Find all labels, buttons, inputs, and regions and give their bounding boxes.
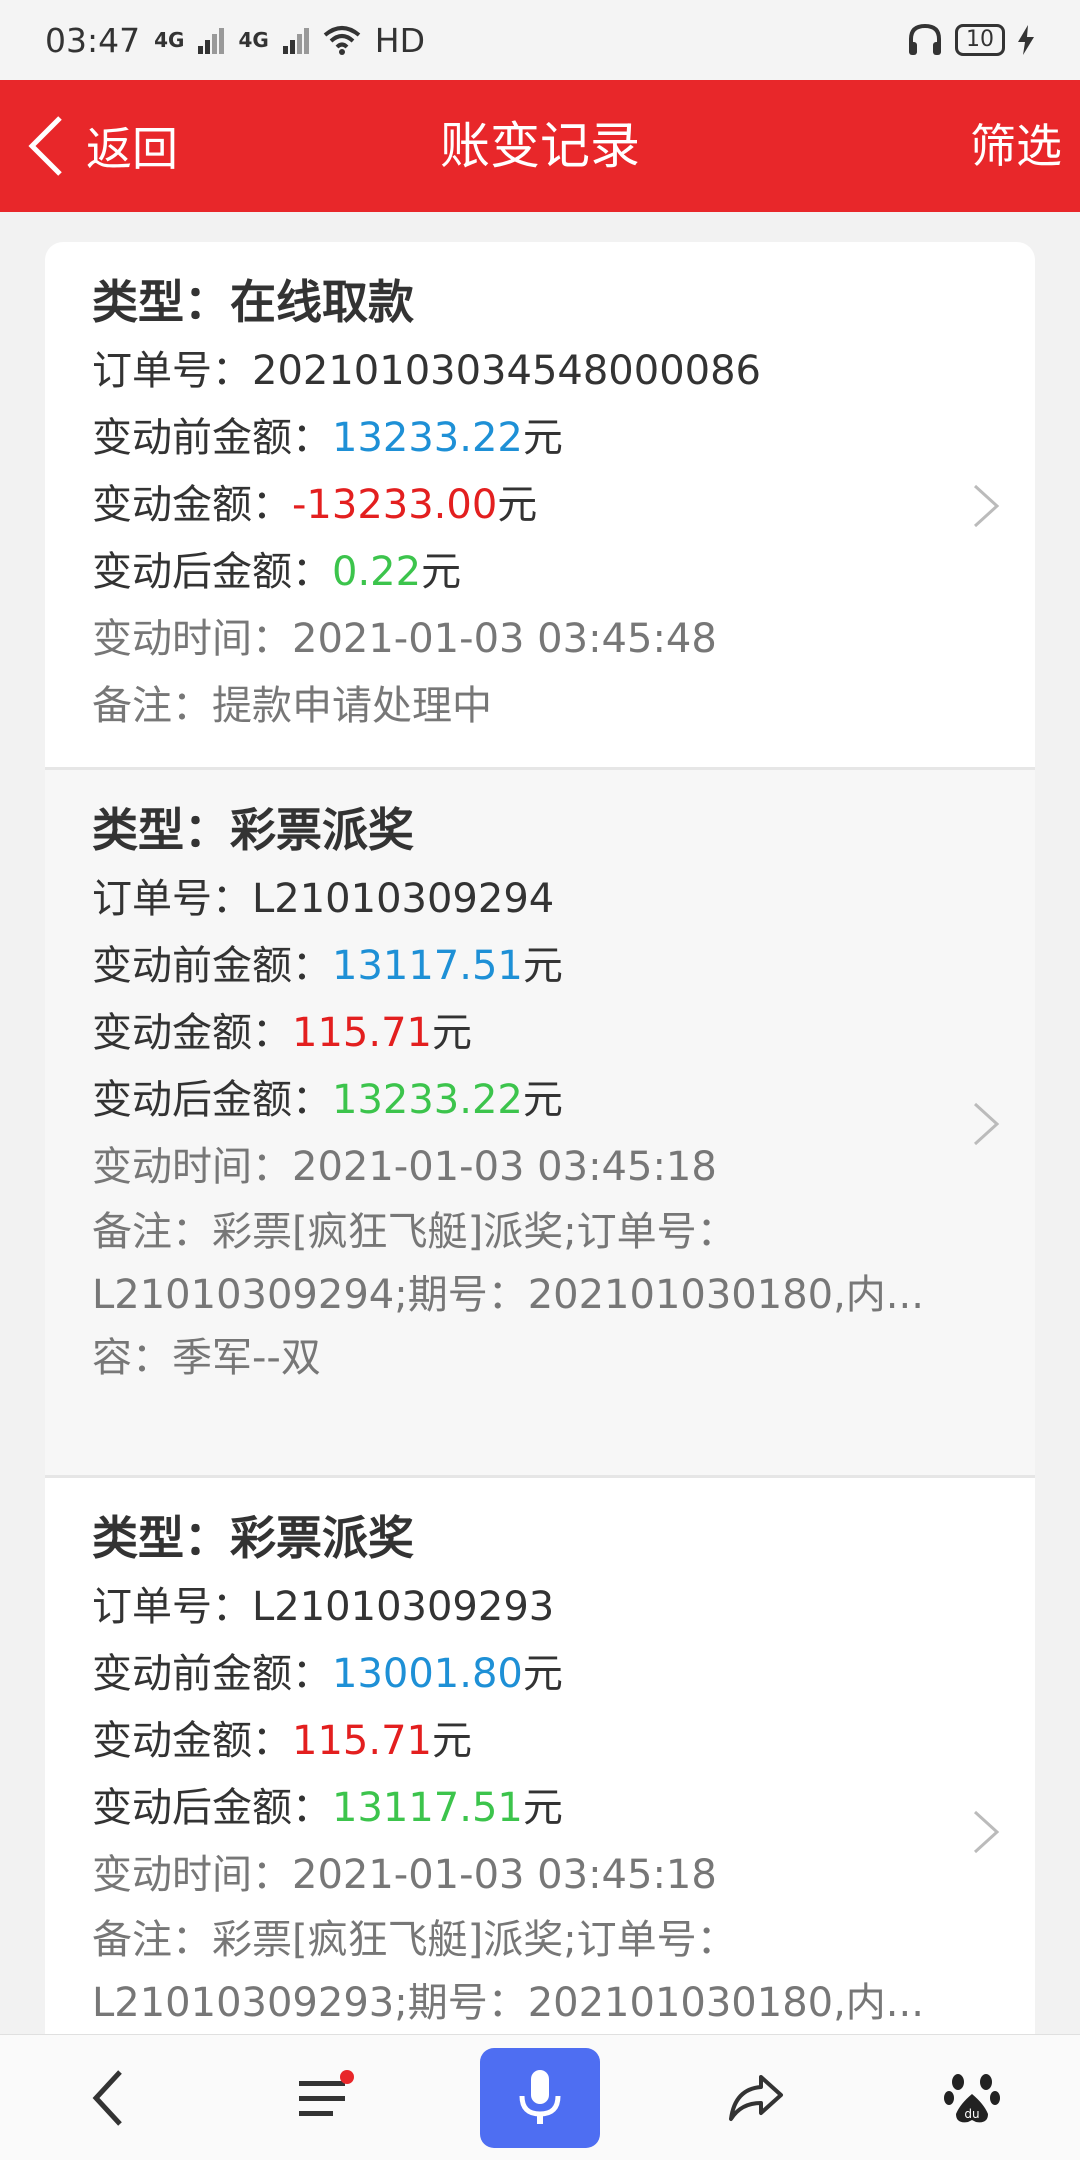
charging-icon (1018, 25, 1034, 55)
record-before-amount: 变动前金额：13001.80元 (92, 1651, 563, 1697)
battery-icon: 10 (955, 24, 1005, 56)
mic-icon (519, 2069, 561, 2124)
notification-dot (340, 2069, 354, 2084)
record-change-amount: 变动金额：115.71元 (92, 1010, 472, 1056)
nav-share-button[interactable] (696, 2048, 816, 2148)
nav-voice-button[interactable] (480, 2047, 600, 2148)
record-remark: 备注：彩票[疯狂飞艇]派奖;订单号： L21010309294;期号：20210… (92, 1209, 924, 1381)
hd-indicator: HD (374, 20, 426, 60)
signal-bars-icon (198, 28, 225, 54)
status-left: 03:47 4G 4G HD (45, 21, 425, 60)
record-after-amount: 变动后金额：13117.51元 (92, 1785, 563, 1831)
record-type: 类型：在线取款 (92, 275, 414, 329)
record-item[interactable]: 类型：彩票派奖 订单号：L21010309293 变动前金额：13001.80元… (45, 1478, 1035, 2034)
back-icon (92, 2069, 122, 2126)
bottom-nav: du (0, 2034, 1080, 2160)
back-button[interactable]: 返回 (24, 80, 178, 212)
nav-menu-button[interactable] (264, 2048, 384, 2148)
svg-text:du: du (964, 2107, 979, 2121)
headphones-icon (909, 23, 941, 55)
chevron-left-icon (28, 116, 62, 176)
signal-4g-icon: 4G (154, 28, 185, 52)
record-before-amount: 变动前金额：13117.51元 (92, 943, 563, 989)
wifi-icon (323, 26, 361, 55)
record-order: 订单号：L21010309294 (92, 876, 555, 922)
status-time: 03:47 (45, 20, 141, 60)
record-change-amount: 变动金额：115.71元 (92, 1718, 472, 1764)
record-remark: 备注：彩票[疯狂飞艇]派奖;订单号： L21010309293;期号：20210… (92, 1917, 924, 2026)
record-order: 订单号：L21010309293 (92, 1584, 555, 1630)
record-type: 类型：彩票派奖 (92, 803, 414, 857)
record-time: 变动时间：2021-01-03 03:45:18 (92, 1852, 717, 1898)
chevron-right-icon (973, 1810, 1000, 1854)
record-item[interactable]: 类型：在线取款 订单号：20210103034548000086 变动前金额：1… (45, 242, 1035, 770)
signal-4g-icon-2: 4G (238, 28, 269, 52)
header-bar: 返回 账变记录 筛选 (0, 80, 1080, 212)
back-label: 返回 (86, 122, 178, 176)
record-item[interactable]: 类型：彩票派奖 订单号：L21010309294 变动前金额：13117.51元… (45, 770, 1035, 1478)
status-bar: 03:47 4G 4G HD 10 (0, 0, 1080, 80)
record-type: 类型：彩票派奖 (92, 1511, 414, 1565)
nav-baidu-button[interactable]: du (912, 2048, 1032, 2148)
baidu-paw-icon: du (944, 2073, 1000, 2122)
mic-button-bg (480, 2047, 600, 2148)
record-before-amount: 变动前金额：13233.22元 (92, 415, 563, 461)
record-list: 类型：在线取款 订单号：20210103034548000086 变动前金额：1… (45, 242, 1035, 2034)
chevron-right-icon (973, 484, 1000, 528)
record-change-amount: 变动金额：-13233.00元 (92, 482, 538, 528)
nav-back-button[interactable] (48, 2048, 168, 2148)
chevron-right-icon (973, 1102, 1000, 1146)
record-after-amount: 变动后金额：0.22元 (92, 549, 462, 595)
signal-bars-icon-2 (282, 28, 309, 54)
filter-button[interactable]: 筛选 (970, 80, 1062, 212)
record-time: 变动时间：2021-01-03 03:45:48 (92, 616, 717, 662)
record-order: 订单号：20210103034548000086 (92, 348, 761, 394)
share-icon (729, 2074, 783, 2121)
record-remark: 备注：提款申请处理中 (92, 683, 492, 729)
status-right: 10 (907, 23, 1035, 57)
record-after-amount: 变动后金额：13233.22元 (92, 1077, 563, 1123)
record-time: 变动时间：2021-01-03 03:45:18 (92, 1144, 717, 1190)
